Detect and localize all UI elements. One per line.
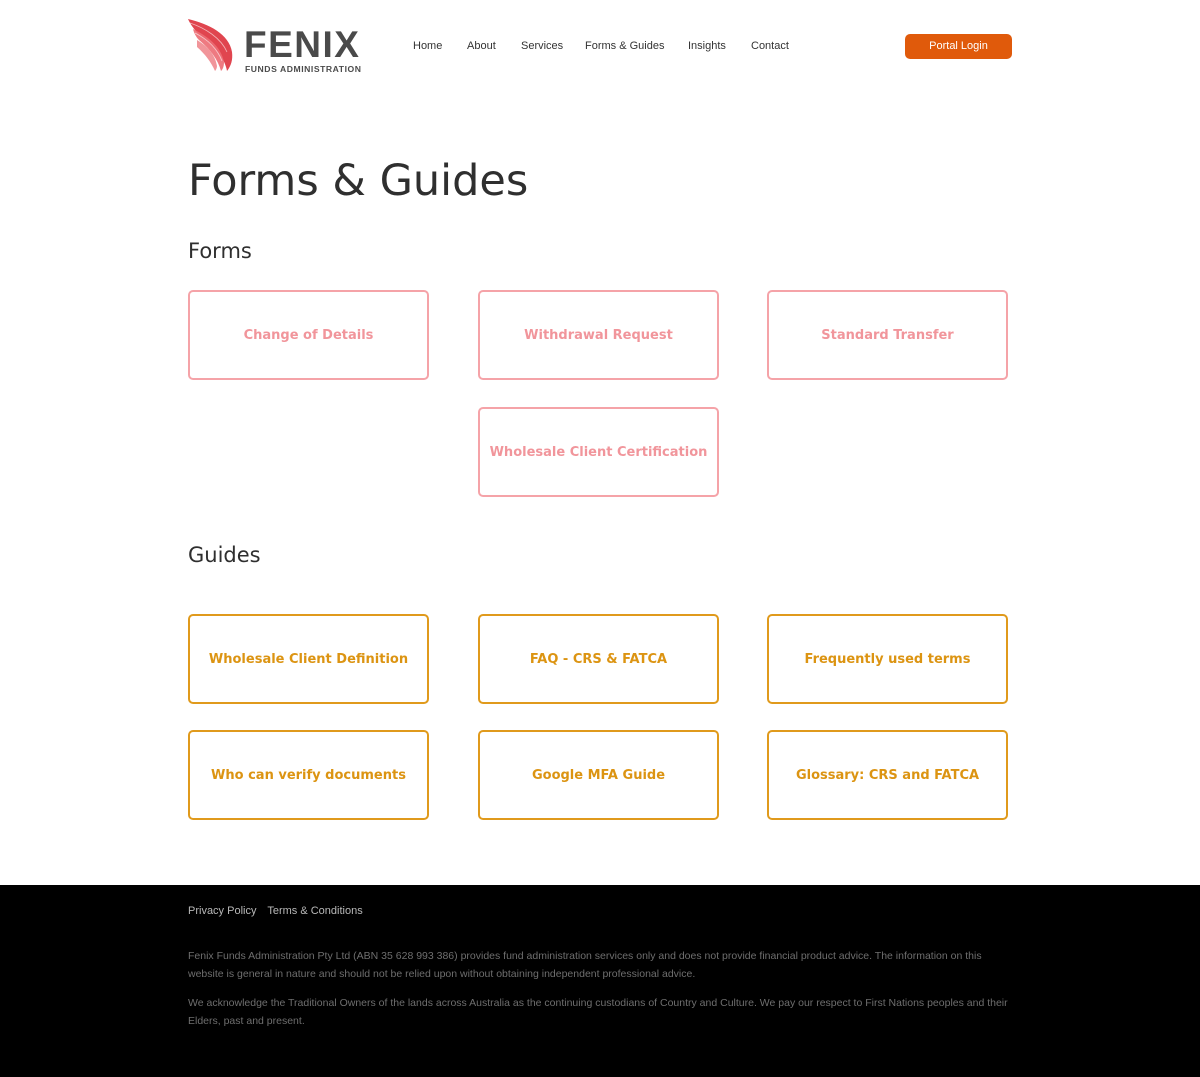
fenix-logo[interactable]: FENIX FUNDS ADMINISTRATION [187,18,363,74]
site-footer: Privacy Policy Terms & Conditions Fenix … [0,885,1200,1077]
site-header: FENIX FUNDS ADMINISTRATION Home About Se… [0,0,1200,90]
guide-card-label: Who can verify documents [211,767,406,783]
nav-item-home[interactable]: Home [413,40,442,52]
guide-card-google-mfa-guide[interactable]: Google MFA Guide [478,730,719,820]
form-card-label: Change of Details [243,327,374,343]
nav-item-about[interactable]: About [467,40,496,52]
nav-item-insights[interactable]: Insights [688,40,726,52]
footer-link-privacy-policy[interactable]: Privacy Policy [188,905,256,917]
form-card-change-of-details[interactable]: Change of Details [188,290,429,380]
nav-item-services[interactable]: Services [521,40,563,52]
footer-link-terms-conditions[interactable]: Terms & Conditions [267,905,362,917]
form-card-standard-transfer[interactable]: Standard Transfer [767,290,1008,380]
page-title: Forms & Guides [188,156,529,206]
guide-card-faq-crs-fatca[interactable]: FAQ - CRS & FATCA [478,614,719,704]
footer-acknowledgement: We acknowledge the Traditional Owners of… [188,997,1008,1027]
logo-wordmark: FENIX [244,24,361,65]
guide-card-wholesale-client-definition[interactable]: Wholesale Client Definition [188,614,429,704]
portal-login-button[interactable]: Portal Login [905,34,1012,59]
fenix-wing-logo-icon [188,19,233,71]
guide-card-label: Glossary: CRS and FATCA [795,767,980,783]
form-card-label: Wholesale Client Certification [489,444,708,460]
form-card-withdrawal-request[interactable]: Withdrawal Request [478,290,719,380]
guide-card-frequently-used-terms[interactable]: Frequently used terms [767,614,1008,704]
forms-heading: Forms [188,239,252,263]
footer-disclaimer: Fenix Funds Administration Pty Ltd (ABN … [188,950,982,980]
nav-item-forms-guides[interactable]: Forms & Guides [585,40,664,52]
form-card-label: Withdrawal Request [524,327,673,343]
guide-card-label: Wholesale Client Definition [208,651,409,667]
guide-card-label: Google MFA Guide [531,767,666,783]
guide-card-label: Frequently used terms [804,651,971,667]
logo-subtitle: FUNDS ADMINISTRATION [245,64,362,74]
guide-card-glossary-crs-fatca[interactable]: Glossary: CRS and FATCA [767,730,1008,820]
nav-item-contact[interactable]: Contact [751,40,789,52]
form-card-wholesale-client-certification[interactable]: Wholesale Client Certification [478,407,719,497]
guide-card-label: FAQ - CRS & FATCA [529,651,668,667]
guide-card-who-can-verify-documents[interactable]: Who can verify documents [188,730,429,820]
form-card-label: Standard Transfer [821,327,954,343]
footer-links: Privacy Policy Terms & Conditions [188,905,371,917]
page: FENIX FUNDS ADMINISTRATION Home About Se… [0,0,1200,1077]
guides-heading: Guides [188,543,261,567]
